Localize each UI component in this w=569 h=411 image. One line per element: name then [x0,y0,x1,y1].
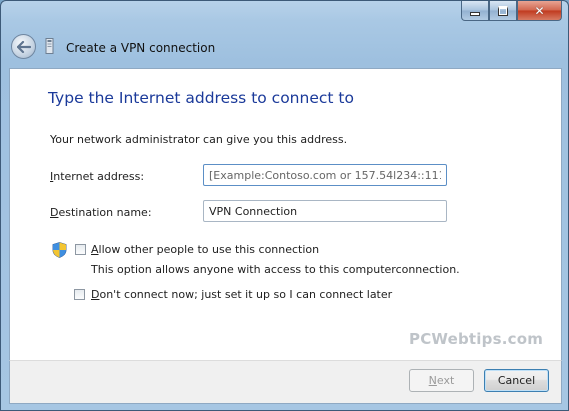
window-frame: ✕ Create a VPN connection Type the Inter… [0,0,569,411]
allow-others-description: This option allows anyone with access to… [91,263,460,276]
minimize-icon [470,11,480,16]
caption-buttons: ✕ [461,1,562,21]
dont-connect-label-text: on't connect now; just set it up so I ca… [99,288,393,301]
internet-address-input[interactable] [203,164,447,186]
intro-text: Your network administrator can give you … [50,133,348,146]
close-icon: ✕ [534,3,545,18]
next-accel: N [428,374,437,387]
wizard-content: Type the Internet address to connect to … [9,68,562,361]
internet-address-label: Internet address: [50,170,144,183]
allow-others-label-text: llow other people to use this connection [98,243,320,256]
back-arrow-icon [16,40,31,53]
destination-name-label: Destination name: [50,206,152,219]
maximize-button[interactable] [489,1,517,21]
back-button[interactable] [11,34,36,59]
uac-shield-icon [52,242,67,258]
allow-others-label[interactable]: Allow other people to use this connectio… [91,243,319,256]
destination-name-input[interactable] [203,200,447,222]
close-button[interactable]: ✕ [517,1,562,21]
allow-others-checkbox[interactable] [75,244,86,255]
internet-address-label-text: nternet address: [53,170,145,183]
watermark: PCWebtips.com [409,330,544,348]
button-bar: Next Cancel [9,360,562,404]
minimize-button[interactable] [461,1,489,21]
vpn-connection-icon [45,38,54,54]
window-title: Create a VPN connection [66,41,216,55]
maximize-icon [498,5,508,16]
dont-connect-checkbox[interactable] [74,289,85,300]
next-button[interactable]: Next [409,369,474,392]
allow-others-accel: A [91,243,99,256]
next-label: ext [436,374,455,387]
dont-connect-label[interactable]: Don't connect now; just set it up so I c… [91,288,392,301]
cancel-button[interactable]: Cancel [484,369,549,392]
destination-name-label-text: estination name: [58,206,152,219]
page-heading: Type the Internet address to connect to [48,89,354,107]
